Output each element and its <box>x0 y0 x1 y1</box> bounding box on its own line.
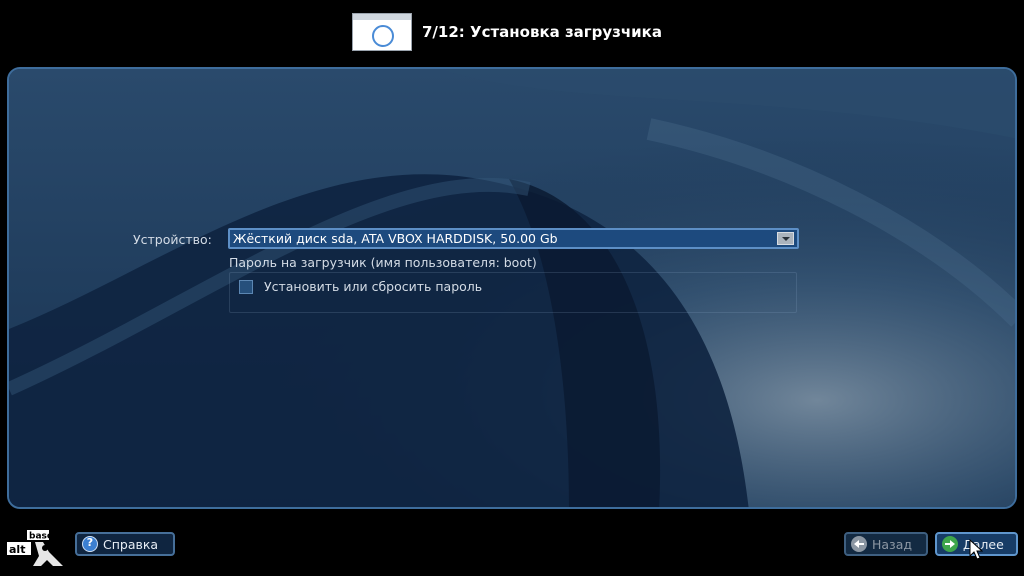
arrow-right-icon <box>942 536 958 552</box>
basealt-logo: base alt <box>5 526 67 570</box>
back-button-label: Назад <box>872 536 913 552</box>
chevron-down-icon[interactable] <box>777 232 794 245</box>
arrow-left-icon <box>851 536 867 552</box>
svg-text:base: base <box>29 532 53 542</box>
bootloader-password-caption: Пароль на загрузчик (имя пользователя: b… <box>229 255 537 270</box>
back-button[interactable]: Назад <box>844 532 928 556</box>
device-select[interactable]: Жёсткий диск sda, ATA VBOX HARDDISK, 50.… <box>228 228 799 249</box>
main-content-panel: Устройство: Жёсткий диск sda, ATA VBOX H… <box>7 67 1017 509</box>
installer-footer: base alt ? Справка Назад Далее <box>0 518 1024 576</box>
help-button-label: Справка <box>103 536 159 552</box>
help-button[interactable]: ? Справка <box>75 532 175 556</box>
page-title: 7/12: Установка загрузчика <box>422 23 662 41</box>
set-password-checkbox[interactable] <box>239 280 253 294</box>
bootloader-password-group: Установить или сбросить пароль <box>229 272 797 313</box>
installer-window-icon <box>352 13 412 51</box>
device-select-value: Жёсткий диск sda, ATA VBOX HARDDISK, 50.… <box>233 231 558 246</box>
svg-text:alt: alt <box>9 543 25 556</box>
installer-header: 7/12: Установка загрузчика <box>0 0 1024 62</box>
device-label: Устройство: <box>133 232 212 247</box>
set-password-label[interactable]: Установить или сбросить пароль <box>264 279 482 294</box>
help-icon: ? <box>82 536 98 552</box>
mouse-pointer-icon <box>969 539 983 560</box>
